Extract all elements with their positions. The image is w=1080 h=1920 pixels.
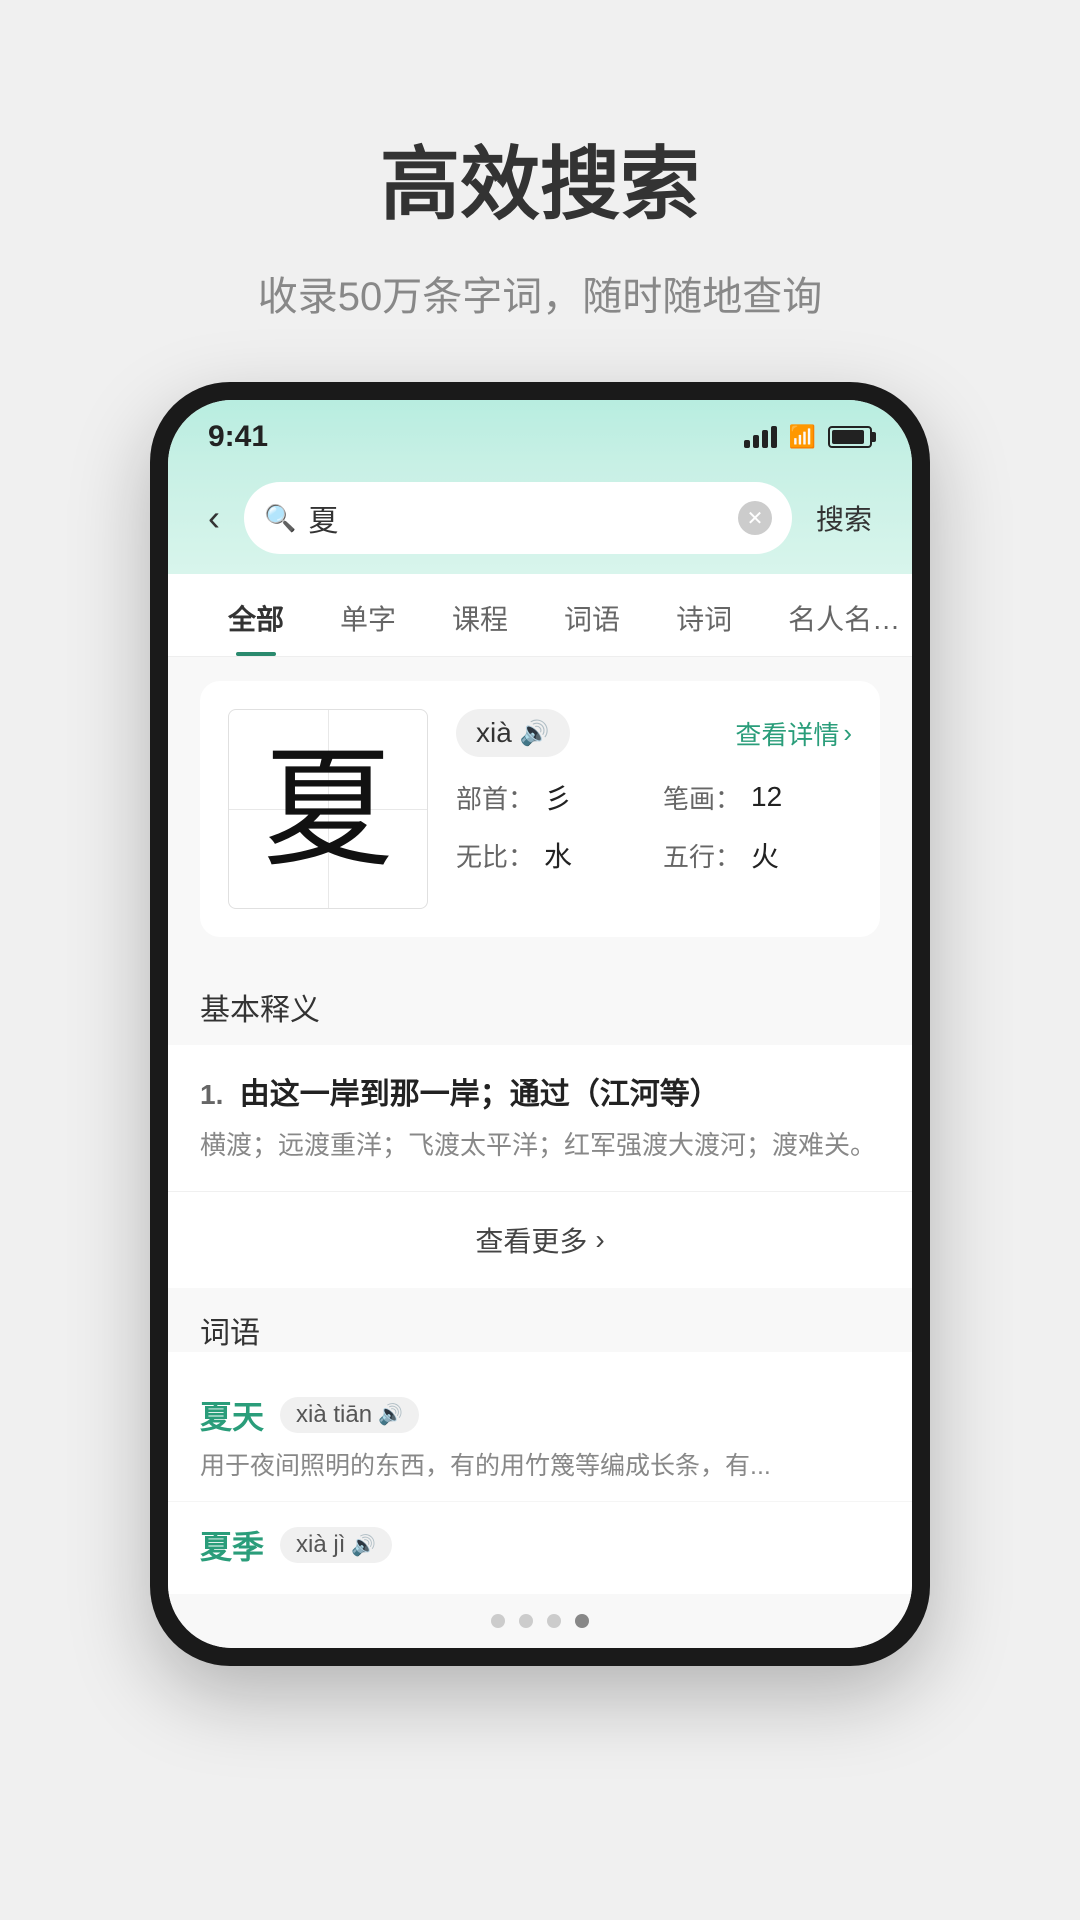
word-item-2[interactable]: 夏季 xià jì 🔊 (168, 1501, 912, 1594)
radical-value: 彡 (544, 777, 572, 817)
sound-icon-word-1[interactable]: 🔊 (378, 1402, 403, 1427)
tab-single-char[interactable]: 单字 (312, 574, 424, 656)
character-properties: 部首： 彡 笔画： 12 无比： 水 五行： 火 (456, 777, 852, 875)
pinyin-row: xià 🔊 查看详情 › (456, 709, 852, 757)
word-section: 词语 (168, 1288, 912, 1352)
status-bar: 9:41 📶 (168, 400, 912, 466)
search-icon: 🔍 (264, 503, 296, 534)
word-pinyin-badge-2: xià jì 🔊 (280, 1527, 392, 1563)
dot-3[interactable] (547, 1614, 561, 1628)
status-icons: 📶 (744, 424, 872, 450)
search-input[interactable]: 夏 (308, 496, 726, 540)
character-info: xià 🔊 查看详情 › 部首： 彡 (456, 709, 852, 909)
strokes-label: 笔画： (663, 779, 741, 816)
tab-famous[interactable]: 名人名… (760, 574, 912, 656)
def-text: 由这一岸到那一岸；通过（江河等） (240, 1078, 720, 1111)
wubi-value: 水 (544, 835, 572, 875)
detail-link-text: 查看详情 (735, 715, 839, 752)
tab-word[interactable]: 词语 (536, 574, 648, 656)
word-header-2: 夏季 xià jì 🔊 (200, 1522, 880, 1568)
tab-all[interactable]: 全部 (200, 574, 312, 656)
page-title: 高效搜索 (258, 120, 823, 236)
phone-mockup: 9:41 📶 ‹ 🔍 夏 ✕ 搜索 (150, 382, 930, 1666)
pinyin-badge: xià 🔊 (456, 709, 570, 757)
dot-4[interactable] (575, 1614, 589, 1628)
tab-poetry[interactable]: 诗词 (648, 574, 760, 656)
detail-link[interactable]: 查看详情 › (735, 715, 852, 752)
chevron-right-icon: › (595, 1224, 604, 1256)
word-char-2: 夏季 (200, 1522, 264, 1568)
chevron-right-icon: › (843, 718, 852, 749)
character-glyph: 夏 (263, 744, 393, 874)
wifi-icon: 📶 (789, 424, 816, 450)
wuxing-label: 五行： (663, 837, 741, 874)
radical-row: 部首： 彡 (456, 777, 645, 817)
character-display: 夏 (228, 709, 428, 909)
word-pinyin-1: xià tiān (296, 1401, 372, 1429)
definition-item: 1. 由这一岸到那一岸；通过（江河等） 横渡；远渡重洋；飞渡太平洋；红军强渡大渡… (200, 1069, 880, 1167)
definition-main: 1. 由这一岸到那一岸；通过（江河等） (200, 1069, 880, 1113)
word-section-title: 词语 (200, 1308, 880, 1352)
strokes-value: 12 (751, 781, 782, 813)
word-pinyin-2: xià jì (296, 1531, 345, 1559)
dot-1[interactable] (491, 1614, 505, 1628)
strokes-row: 笔画： 12 (663, 777, 852, 817)
radical-label: 部首： (456, 779, 534, 816)
back-button[interactable]: ‹ (200, 493, 228, 543)
status-time: 9:41 (208, 420, 268, 454)
search-box[interactable]: 🔍 夏 ✕ (244, 482, 792, 554)
wuxing-row: 五行： 火 (663, 835, 852, 875)
word-desc-1: 用于夜间照明的东西，有的用竹篾等编成长条，有... (200, 1448, 880, 1486)
search-button[interactable]: 搜索 (808, 494, 880, 542)
word-pinyin-badge-1: xià tiān 🔊 (280, 1397, 419, 1433)
page-header: 高效搜索 收录50万条字词，随时随地查询 (218, 0, 863, 382)
content-area: 夏 xià 🔊 查看详情 › (168, 657, 912, 961)
word-header-1: 夏天 xià tiān 🔊 (200, 1392, 880, 1438)
tab-bar: 全部 单字 课程 词语 诗词 名人名… (168, 574, 912, 657)
wubi-label: 无比： (456, 837, 534, 874)
def-number: 1. (200, 1079, 223, 1110)
dot-2[interactable] (519, 1614, 533, 1628)
word-char-1: 夏天 (200, 1392, 264, 1438)
basic-meaning-title: 基本释义 (168, 961, 912, 1045)
word-item-1[interactable]: 夏天 xià tiān 🔊 用于夜间照明的东西，有的用竹篾等编成长条，有... (168, 1368, 912, 1502)
character-card: 夏 xià 🔊 查看详情 › (200, 681, 880, 937)
definition-example: 横渡；远渡重洋；飞渡太平洋；红军强渡大渡河；渡难关。 (200, 1125, 880, 1167)
wuxing-value: 火 (751, 835, 779, 875)
page-subtitle: 收录50万条字词，随时随地查询 (258, 264, 823, 322)
dots-indicator (168, 1594, 912, 1648)
phone-screen: 9:41 📶 ‹ 🔍 夏 ✕ 搜索 (168, 400, 912, 1648)
signal-icon (744, 426, 777, 448)
sound-icon-word-2[interactable]: 🔊 (351, 1533, 376, 1558)
pinyin-text: xià (476, 717, 512, 749)
view-more-button[interactable]: 查看更多 › (168, 1191, 912, 1288)
sound-icon[interactable]: 🔊 (520, 719, 550, 748)
search-area: ‹ 🔍 夏 ✕ 搜索 (168, 466, 912, 574)
definition-card: 1. 由这一岸到那一岸；通过（江河等） 横渡；远渡重洋；飞渡太平洋；红军强渡大渡… (168, 1045, 912, 1191)
wubi-row: 无比： 水 (456, 835, 645, 875)
battery-icon (828, 426, 872, 448)
tab-course[interactable]: 课程 (424, 574, 536, 656)
search-clear-button[interactable]: ✕ (738, 501, 772, 535)
